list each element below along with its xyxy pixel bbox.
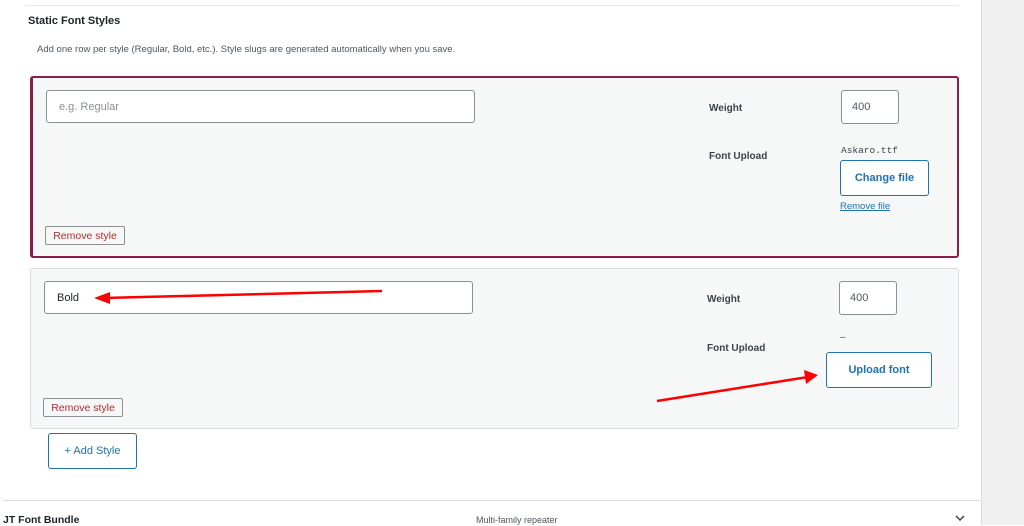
section-description: Add one row per style (Regular, Bold, et… bbox=[37, 44, 456, 55]
font-bundle-header[interactable]: JT Font Bundle Multi-family repeater bbox=[3, 500, 981, 526]
style-row-regular: Weight Font Upload Askaro.ttf Change fil… bbox=[30, 76, 959, 258]
style-row-bold: Weight Font Upload – Upload font Remove … bbox=[30, 268, 959, 429]
upload-font-button[interactable]: Upload font bbox=[826, 352, 932, 388]
font-bundle-subtitle: Multi-family repeater bbox=[476, 515, 558, 525]
change-file-button[interactable]: Change file bbox=[840, 160, 929, 196]
font-bundle-title: JT Font Bundle bbox=[3, 514, 80, 526]
remove-file-link[interactable]: Remove file bbox=[840, 201, 890, 212]
settings-panel: Static Font Styles Add one row per style… bbox=[3, 0, 982, 525]
section-title: Static Font Styles bbox=[28, 15, 121, 27]
font-upload-label: Font Upload bbox=[709, 151, 768, 162]
chevron-down-icon[interactable] bbox=[954, 513, 966, 523]
remove-style-button[interactable]: Remove style bbox=[43, 398, 123, 417]
no-file-indicator: – bbox=[840, 332, 846, 343]
weight-label: Weight bbox=[707, 294, 741, 305]
weight-label: Weight bbox=[709, 103, 743, 114]
weight-input[interactable] bbox=[841, 90, 899, 124]
top-divider bbox=[25, 5, 959, 6]
remove-style-button[interactable]: Remove style bbox=[45, 226, 125, 245]
style-name-input[interactable] bbox=[44, 281, 473, 314]
weight-input[interactable] bbox=[839, 281, 897, 315]
font-upload-label: Font Upload bbox=[707, 343, 766, 354]
style-name-input[interactable] bbox=[46, 90, 475, 123]
uploaded-file-name: Askaro.ttf bbox=[841, 145, 899, 156]
right-background bbox=[982, 0, 1024, 525]
add-style-button[interactable]: + Add Style bbox=[48, 433, 137, 469]
